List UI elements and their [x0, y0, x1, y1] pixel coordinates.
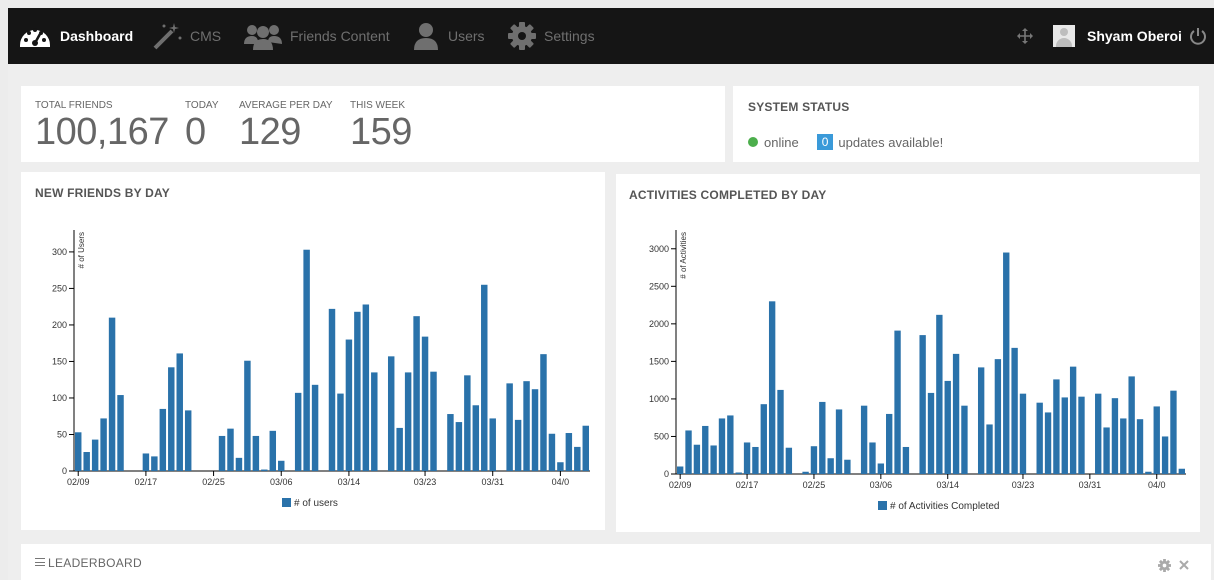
legend-label: # of Activities Completed: [890, 501, 1000, 512]
bar: [785, 447, 793, 474]
bar: [886, 413, 893, 474]
bar: [810, 446, 818, 474]
bar: [1161, 436, 1169, 474]
bar: [1103, 427, 1110, 474]
bar: [677, 466, 684, 474]
bar: [1120, 418, 1127, 474]
bar: [919, 335, 926, 474]
bar: [1078, 396, 1085, 474]
bar: [869, 442, 876, 474]
leaderboard-title: LEADERBOARD: [48, 556, 142, 570]
bar: [743, 442, 751, 474]
y-tick-label: 2000: [649, 319, 669, 329]
x-tick-label: 03/06: [870, 480, 893, 490]
x-tick-label: 03/31: [1079, 480, 1102, 490]
bar: [1145, 471, 1152, 474]
bar: [718, 418, 726, 474]
y-axis-label: # of Activities: [679, 232, 688, 279]
bar: [727, 415, 734, 474]
x-tick-label: 02/17: [736, 480, 759, 490]
activities-chart: 0 500 1000 1500 2000 2500 3000 # of Activities 0…: [649, 230, 1186, 512]
bar: [894, 330, 901, 474]
bar: [986, 424, 993, 474]
x-tick-label: 04/0: [1148, 480, 1166, 490]
bar: [944, 380, 951, 474]
bar: [702, 425, 709, 474]
bar: [877, 463, 885, 474]
bar: [1111, 398, 1119, 474]
y-tick-label: 3000: [649, 244, 669, 254]
menu-lines-icon[interactable]: [35, 558, 45, 566]
bar: [1095, 393, 1102, 474]
bar: [768, 301, 776, 474]
bar: [802, 471, 809, 474]
y-tick-label: 1000: [649, 394, 669, 404]
bar: [1003, 252, 1010, 474]
x-tick-label: 03/23: [1012, 480, 1035, 490]
bar: [1153, 406, 1160, 474]
bar: [819, 401, 826, 474]
y-tick-label: 500: [654, 431, 669, 441]
bar: [994, 359, 1002, 474]
bar: [977, 367, 985, 474]
bar: [927, 392, 935, 474]
bar: [827, 458, 834, 474]
bar: [693, 444, 701, 474]
bar: [735, 472, 742, 474]
y-tick-label: 0: [664, 469, 669, 479]
bar: [1128, 376, 1135, 474]
y-tick-label: 1500: [649, 356, 669, 366]
gear-icon[interactable]: [1158, 559, 1171, 577]
bar: [1069, 366, 1077, 474]
bar: [1053, 379, 1060, 474]
dashboard-frame: Dashboard CMS Friends Content Users Sett…: [8, 8, 1214, 580]
x-tick-label: 03/14: [936, 480, 959, 490]
bar: [1061, 397, 1068, 474]
bar: [860, 405, 868, 474]
bar: [685, 430, 692, 474]
bar: [777, 389, 784, 474]
bar: [844, 459, 851, 474]
bar: [1011, 347, 1018, 474]
leaderboard-panel: [21, 544, 1211, 580]
bar: [1019, 393, 1027, 474]
close-icon[interactable]: [1178, 558, 1190, 576]
y-tick-label: 2500: [649, 281, 669, 291]
x-tick-label: 02/09: [669, 480, 692, 490]
legend-swatch: [878, 501, 887, 510]
bar: [710, 445, 717, 474]
bar: [961, 405, 968, 474]
bar: [1136, 419, 1144, 474]
bar: [952, 353, 960, 474]
bar: [936, 314, 943, 474]
bar: [1044, 412, 1052, 474]
bar: [835, 409, 843, 474]
bar: [1036, 402, 1043, 474]
x-tick-label: 02/25: [803, 480, 826, 490]
bar: [1170, 390, 1177, 474]
bar: [902, 446, 910, 474]
bar: [1178, 468, 1185, 474]
bar: [752, 446, 759, 474]
bar: [760, 404, 767, 474]
